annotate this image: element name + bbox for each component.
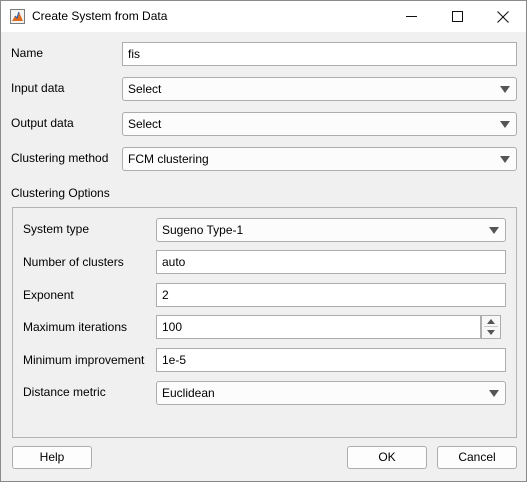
close-icon [497,10,509,23]
system-type-value: Sugeno Type-1 [162,223,244,237]
name-field[interactable]: fis [122,42,517,66]
clustering-method-dropdown[interactable]: FCM clustering [122,147,517,171]
minimize-icon [405,11,417,22]
window-title: Create System from Data [32,9,168,23]
clustering-options-heading: Clustering Options [11,186,110,200]
close-button[interactable] [480,1,526,32]
maximize-icon [451,11,463,22]
maximize-button[interactable] [434,1,480,32]
chevron-down-icon [500,156,510,163]
iterations-stepper[interactable] [481,315,501,339]
exponent-field[interactable]: 2 [156,283,506,307]
distance-metric-dropdown[interactable]: Euclidean [156,381,506,405]
input-data-value: Select [128,82,162,96]
name-label: Name [11,46,44,60]
min-improvement-field[interactable]: 1e-5 [156,348,506,372]
minimize-button[interactable] [388,1,434,32]
matlab-app-icon [10,9,25,24]
output-data-label: Output data [11,116,74,130]
chevron-down-icon [500,121,510,128]
chevron-down-icon [500,86,510,93]
cancel-button[interactable]: Cancel [437,446,517,469]
help-button[interactable]: Help [12,446,92,469]
distance-metric-label: Distance metric [23,385,106,399]
max-iterations-label: Maximum iterations [23,320,128,334]
clusters-label: Number of clusters [23,255,124,269]
clustering-method-value: FCM clustering [128,152,209,166]
clustering-method-label: Clustering method [11,151,109,165]
chevron-up-icon[interactable] [487,319,495,324]
ok-button[interactable]: OK [347,446,427,469]
distance-metric-value: Euclidean [162,386,215,400]
min-improvement-label: Minimum improvement [23,353,145,367]
input-data-label: Input data [11,81,65,95]
max-iterations-field[interactable]: 100 [156,315,481,339]
chevron-down-icon [489,227,499,234]
create-system-dialog: Create System from Data Name fis Input d… [0,0,527,482]
clusters-field[interactable]: auto [156,250,506,274]
chevron-down-icon[interactable] [487,330,495,335]
exponent-label: Exponent [23,288,74,302]
stepper-divider [484,326,498,327]
dialog-content: Name fis Input data Select Output data S… [1,32,526,481]
output-data-value: Select [128,117,162,131]
chevron-down-icon [489,390,499,397]
system-type-label: System type [23,222,90,236]
input-data-dropdown[interactable]: Select [122,77,517,101]
clustering-options-panel: System type Sugeno Type-1 Number of clus… [12,207,517,438]
system-type-dropdown[interactable]: Sugeno Type-1 [156,218,506,242]
title-bar[interactable]: Create System from Data [1,1,526,32]
output-data-dropdown[interactable]: Select [122,112,517,136]
